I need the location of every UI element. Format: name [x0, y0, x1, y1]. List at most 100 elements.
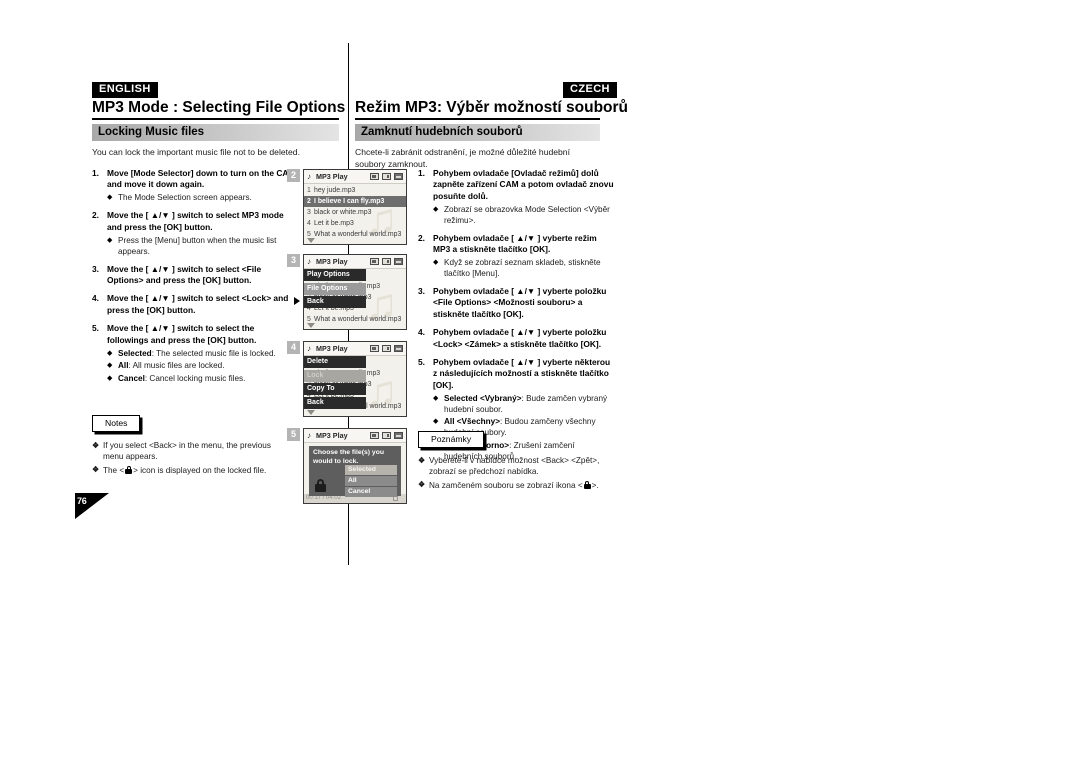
lcd-status-bar: ♪ MP3 Play	[304, 170, 406, 184]
clover-bullet-icon: ❖	[92, 465, 100, 475]
menu-item[interactable]: Delete	[304, 356, 366, 368]
track-number: 4	[307, 220, 311, 227]
step-text: Move the [ ▲/▼ ] switch to select the fo…	[107, 323, 257, 345]
instruction-step: 1. Move [Mode Selector] down to turn on t…	[92, 168, 297, 203]
menu-item[interactable]: Back	[304, 296, 366, 308]
bullet-label: All	[118, 361, 129, 371]
pointer-arrow-icon	[294, 297, 300, 305]
step-bullet: ◆ Zobrazí se obrazovka Mode Selection <Vý…	[433, 204, 614, 226]
menu-item[interactable]: File Options	[304, 282, 366, 295]
notes-list-english: ❖ If you select <Back> in the menu, the p…	[92, 440, 292, 478]
step-bullet: ◆ Selected: The selected music file is lo…	[107, 348, 297, 359]
note-item: ❖ The < > icon is displayed on the locked …	[92, 465, 292, 476]
lcd-status-icons	[370, 173, 403, 180]
lock-icon	[125, 465, 133, 474]
dialog-option-button[interactable]: Cancel	[345, 487, 397, 497]
track-number: 1	[307, 187, 311, 194]
scroll-down-icon[interactable]	[307, 410, 315, 415]
screen-mockup-step-5: 5♪MP3 Play♫Choose the file(s) you would …	[287, 428, 407, 504]
diamond-bullet-icon: ◆	[107, 362, 113, 370]
dialog-message: Choose the file(s) you would to lock.	[313, 449, 384, 465]
bullet-text: Press the [Menu] button when the music l…	[118, 235, 277, 256]
menu-item[interactable]: Back	[304, 396, 366, 409]
lcd-status-bar: ♪ MP3 Play	[304, 429, 406, 443]
lcd-screen: ♪MP3 Play♫1hey jude.mp32I believe I can …	[303, 169, 407, 245]
track-list-item[interactable]: 5What a wonderful world.mp3	[304, 314, 406, 325]
note-text-suffix: >.	[591, 480, 599, 490]
menu-item[interactable]: Lock	[304, 369, 366, 382]
clover-bullet-icon: ❖	[418, 480, 426, 490]
screen-step-badge: 2	[287, 169, 300, 182]
scroll-down-icon[interactable]	[307, 323, 315, 328]
track-number: 3	[307, 209, 311, 216]
notes-label-czech: Poznámky	[418, 431, 485, 448]
bullet-text: The Mode Selection screen appears.	[118, 193, 252, 203]
step-text: Pohybem ovladače [Ovladač režimů] dolů z…	[433, 168, 614, 201]
step-text: Pohybem ovladače [ ▲/▼ ] vyberte režim M…	[433, 232, 597, 255]
dialog-options: Selected All Cancel	[345, 465, 397, 498]
track-list-item[interactable]: 1hey jude.mp3	[304, 185, 406, 196]
bullet-label: Selected	[118, 348, 152, 358]
track-list-item[interactable]: 5What a wonderful world.mp3	[304, 229, 406, 240]
battery-icon	[394, 345, 403, 352]
diamond-bullet-icon: ◆	[433, 418, 439, 426]
screen-step-badge: 5	[287, 428, 300, 441]
dialog-option-button[interactable]: All	[345, 476, 397, 486]
note-item: ❖ Na zamčeném souboru se zobrazí ikona < >…	[418, 480, 614, 491]
diamond-bullet-icon: ◆	[107, 236, 113, 244]
track-list-item[interactable]: 3black or white.mp3	[304, 207, 406, 218]
bullet-text: Zobrazí se obrazovka Mode Selection <Výb…	[444, 204, 610, 225]
note-text: Vyberete-li v nabídce možnost <Back> <Zp…	[429, 456, 600, 477]
bullet-label: Cancel	[118, 373, 145, 383]
step-text: Move the [ ▲/▼ ] switch to select <Lock>…	[107, 293, 289, 315]
page-title-czech: Režim MP3: Výběr možností souborů	[355, 99, 629, 116]
track-number: 2	[307, 198, 311, 205]
battery-icon	[394, 173, 403, 180]
music-note-icon: ♪	[307, 343, 311, 353]
step-number: 1.	[418, 168, 425, 178]
dialog-option-button[interactable]: Selected	[345, 465, 397, 475]
track-name: What a wonderful world.mp3	[314, 231, 402, 238]
music-track-list: 1hey jude.mp32I believe I can fly.mp33bl…	[304, 184, 406, 240]
screen-mockup-step-3: 3♪MP3 Play♫1hey jude.mp32I believe I can…	[287, 254, 407, 330]
step-text: Move [Mode Selector] down to turn on the…	[107, 168, 296, 190]
track-list-item[interactable]: 4 Let it be.mp3	[304, 218, 406, 229]
step-number: 4.	[92, 293, 99, 304]
step-bullet: ◆ The Mode Selection screen appears.	[107, 192, 297, 203]
diamond-bullet-icon: ◆	[433, 394, 439, 402]
instruction-step: 3. Pohybem ovladače [ ▲/▼ ] vyberte polož…	[418, 286, 614, 320]
lock-icon	[315, 479, 326, 492]
display-icon	[382, 345, 391, 352]
music-note-icon: ♪	[307, 430, 311, 440]
step-number: 1.	[92, 168, 99, 178]
lcd-title: MP3 Play	[316, 431, 348, 440]
clover-bullet-icon: ❖	[418, 455, 426, 465]
bullet-text: : Cancel locking music files.	[144, 373, 246, 383]
notes-list-czech: ❖ Vyberete-li v nabídce možnost <Back> <Z…	[418, 455, 614, 493]
memory-card-icon	[370, 432, 379, 439]
instruction-step: 4. Move the [ ▲/▼ ] switch to select <Loc…	[92, 293, 297, 316]
clover-bullet-icon: ❖	[92, 440, 100, 450]
display-icon	[382, 173, 391, 180]
lcd-screen: ♪MP3 Play♫1hey jude.mp32I believe I can …	[303, 254, 407, 330]
lock-icon	[583, 480, 591, 489]
note-text: The <	[103, 465, 125, 475]
step-bullet: ◆ All: All music files are locked.	[107, 360, 297, 371]
step-bullet: ◆ Když se zobrazí seznam skladeb, stiskně…	[433, 257, 614, 279]
screen-step-badge: 3	[287, 254, 300, 267]
track-list-item[interactable]: 2I believe I can fly.mp3	[304, 196, 406, 207]
manual-page: ENGLISH MP3 Mode : Selecting File Option…	[0, 0, 1080, 763]
track-name: Let it be.mp3	[314, 220, 354, 227]
menu-item[interactable]: Copy To	[304, 383, 366, 395]
instruction-step: 3. Move the [ ▲/▼ ] switch to select <Fil…	[92, 264, 297, 287]
instruction-step: 2. Move the [ ▲/▼ ] switch to select MP3 …	[92, 210, 297, 256]
battery-icon	[394, 432, 403, 439]
note-text-suffix: > icon is displayed on the locked file.	[133, 465, 267, 475]
bullet-text: : The selected music file is locked.	[151, 348, 276, 358]
scroll-down-icon[interactable]	[307, 238, 315, 243]
note-item: ❖ Vyberete-li v nabídce možnost <Back> <Z…	[418, 455, 614, 478]
step-number: 3.	[92, 263, 99, 274]
diamond-bullet-icon: ◆	[433, 205, 439, 213]
track-name: hey jude.mp3	[314, 187, 356, 194]
menu-item[interactable]: Play Options	[304, 269, 366, 281]
